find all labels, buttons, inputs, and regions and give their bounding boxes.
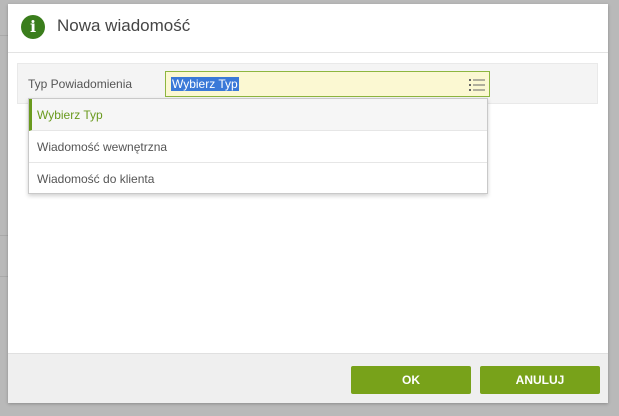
list-icon[interactable] <box>469 78 485 92</box>
notification-type-label: Typ Powiadomienia <box>28 77 133 91</box>
cancel-button[interactable]: ANULUJ <box>480 366 600 394</box>
new-message-dialog: i Nowa wiadomość Typ Powiadomienia Wybie… <box>8 4 608 403</box>
dialog-header: i Nowa wiadomość <box>8 4 608 53</box>
dialog-title: Nowa wiadomość <box>57 16 191 35</box>
notification-type-value: Wybierz Typ <box>171 77 239 91</box>
notification-type-select[interactable]: Wybierz Typ <box>165 71 490 97</box>
background-divider <box>0 276 8 277</box>
dropdown-option-wiadomosc-do-klienta[interactable]: Wiadomość do klienta <box>29 163 487 195</box>
background-divider <box>0 35 8 36</box>
background-divider <box>0 235 8 236</box>
info-icon: i <box>21 15 45 39</box>
notification-type-dropdown: Wybierz Typ Wiadomość wewnętrzna Wiadomo… <box>28 98 488 194</box>
dropdown-option-wiadomosc-wewnetrzna[interactable]: Wiadomość wewnętrzna <box>29 131 487 163</box>
dialog-footer: OK ANULUJ <box>8 353 608 403</box>
dropdown-option-wybierz-typ[interactable]: Wybierz Typ <box>29 99 487 131</box>
ok-button[interactable]: OK <box>351 366 471 394</box>
